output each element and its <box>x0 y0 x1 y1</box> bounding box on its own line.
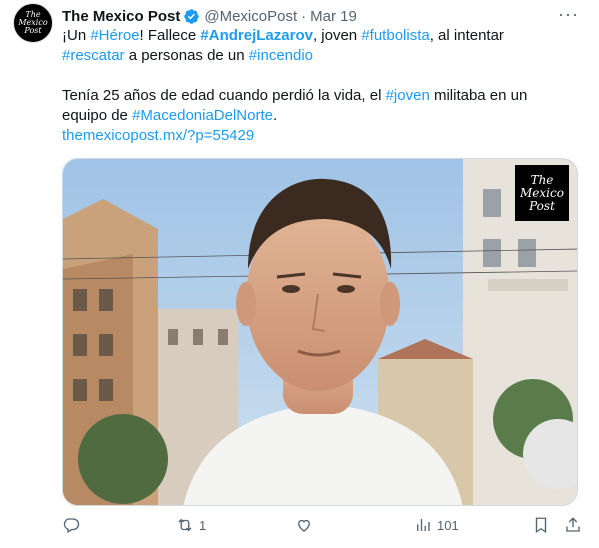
text-segment: , joven <box>312 27 362 44</box>
text-segment: ! Fallece <box>139 27 201 44</box>
analytics-icon <box>417 519 430 531</box>
heart-icon <box>298 519 310 532</box>
hashtag-link[interactable]: #rescatar <box>62 47 125 64</box>
reply-icon <box>63 518 80 533</box>
hashtag-link[interactable]: #Héroe <box>90 27 139 44</box>
tweet-header: The Mexico Post @MexicoPost · Mar 19 ··· <box>62 5 579 26</box>
tweet-photo[interactable]: The Mexico Post <box>62 158 578 506</box>
article-link[interactable]: themexicopost.mx/?p=55429 <box>62 127 254 144</box>
hashtag-link[interactable]: #futbolista <box>361 27 429 44</box>
hashtag-link[interactable]: #incendio <box>249 47 313 64</box>
watermark-logo-text: The Mexico Post <box>520 172 564 213</box>
text-segment: Tenía 25 años de edad cuando perdió la v… <box>62 87 386 104</box>
watermark-logo: The Mexico Post <box>515 165 569 221</box>
avatar-logo-text: The Mexico Post <box>18 10 48 35</box>
repost-icon <box>178 518 192 532</box>
bookmark-icon <box>535 517 547 534</box>
reply-button[interactable] <box>62 516 85 534</box>
like-button[interactable] <box>295 516 318 534</box>
text-segment: a personas de un <box>124 47 249 64</box>
hashtag-link[interactable]: #AndrejLazarov <box>200 27 313 44</box>
more-options-icon[interactable]: ··· <box>558 5 579 23</box>
hashtag-link[interactable]: #MacedoniaDelNorte <box>132 107 273 124</box>
text-segment: . <box>273 107 278 124</box>
share-icon <box>566 517 580 532</box>
author-handle[interactable]: @MexicoPost <box>204 8 297 25</box>
text-segment: ¡Un <box>62 27 91 44</box>
text-segment: equipo de <box>62 107 133 124</box>
repost-button[interactable]: 1 <box>176 516 206 534</box>
separator-dot: · <box>301 7 307 25</box>
hashtag-link[interactable]: #joven <box>386 87 430 104</box>
tweet-timestamp[interactable]: Mar 19 <box>310 8 357 25</box>
text-segment: , al intentar <box>429 27 504 44</box>
author-name[interactable]: The Mexico Post <box>62 8 180 25</box>
tweet: The Mexico Post The Mexico Post @MexicoP… <box>0 0 599 548</box>
avatar[interactable]: The Mexico Post <box>13 3 53 43</box>
verified-badge-icon <box>184 8 200 24</box>
view-count: 101 <box>437 517 459 533</box>
repost-count: 1 <box>199 517 207 533</box>
text-segment: militaba en un <box>429 87 528 104</box>
tweet-actions: 1 101 <box>62 514 582 540</box>
bookmark-button[interactable] <box>532 516 550 534</box>
share-button[interactable] <box>564 516 582 534</box>
photo-illustration <box>63 159 577 505</box>
tweet-text: ¡Un #Héroe! Fallece #AndrejLazarov, jove… <box>62 26 582 146</box>
views-button[interactable]: 101 <box>414 516 459 534</box>
